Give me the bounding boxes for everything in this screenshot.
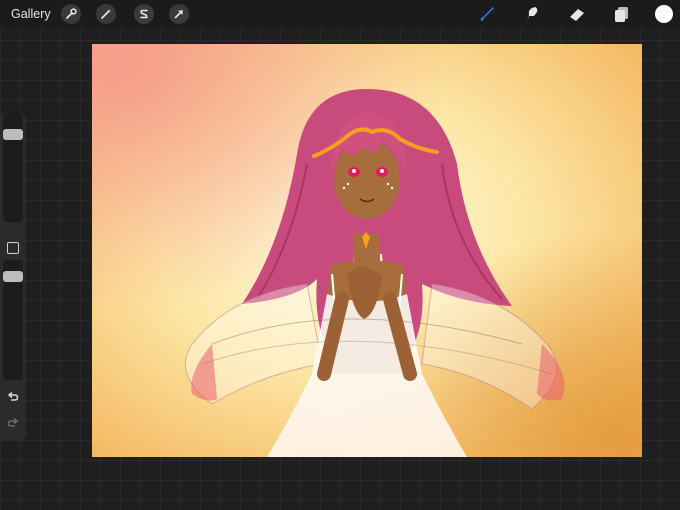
layers-button[interactable] — [610, 4, 632, 24]
undo-button[interactable] — [5, 390, 21, 404]
adjustments-button[interactable] — [96, 4, 116, 24]
drawing-canvas[interactable] — [92, 44, 642, 457]
opacity-slider-handle[interactable] — [3, 271, 23, 282]
magic-wand-icon — [101, 9, 111, 19]
artwork-illustration — [92, 44, 642, 457]
eraser-icon — [570, 9, 584, 21]
eraser-tool-button[interactable] — [566, 4, 588, 24]
smudge-tool-button[interactable] — [521, 4, 543, 24]
brush-size-slider-handle[interactable] — [3, 128, 23, 140]
layers-icon — [615, 7, 628, 22]
top-toolbar: Gallery — [0, 0, 680, 28]
selection-s-icon — [140, 9, 148, 19]
wrench-icon — [66, 8, 77, 19]
brush-icon — [480, 7, 494, 21]
selection-button[interactable] — [134, 4, 154, 24]
actions-button[interactable] — [61, 4, 81, 24]
redo-button[interactable] — [5, 416, 21, 430]
transform-button[interactable] — [169, 4, 189, 24]
brush-tool-button[interactable] — [476, 4, 498, 24]
transform-arrow-icon — [174, 10, 183, 19]
color-picker-button[interactable] — [655, 5, 673, 23]
modify-button[interactable] — [7, 242, 19, 254]
undo-icon — [7, 391, 19, 401]
gallery-button[interactable]: Gallery — [11, 7, 51, 21]
left-sidebar — [0, 114, 26, 440]
redo-icon — [7, 417, 19, 427]
smudge-icon — [527, 7, 538, 21]
